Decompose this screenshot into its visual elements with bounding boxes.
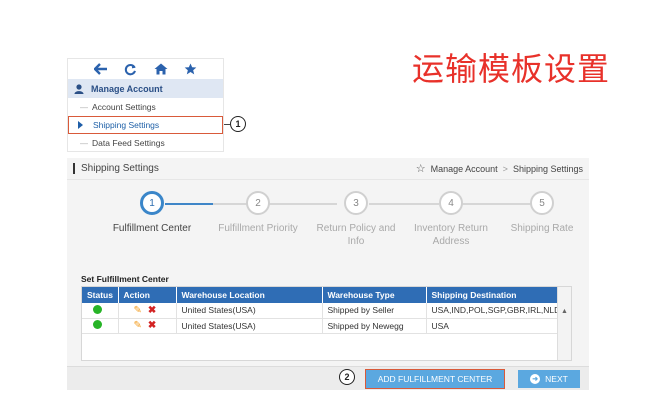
menu-item-label: Shipping Settings: [93, 120, 160, 130]
breadcrumb-shipping-settings: Shipping Settings: [512, 163, 583, 174]
menu-item-account-settings[interactable]: — Account Settings: [68, 98, 223, 116]
status-cell: [82, 303, 119, 319]
column-header-location: Warehouse Location: [176, 287, 323, 303]
edit-icon[interactable]: ✎: [134, 305, 142, 316]
next-label: NEXT: [545, 374, 568, 384]
table-row: ✎ ✖ United States(USA) Shipped by Seller …: [82, 303, 559, 319]
fulfillment-table: Status Action Warehouse Location Warehou…: [81, 286, 572, 361]
menu-item-label: Account Settings: [92, 102, 156, 112]
home-icon[interactable]: [154, 63, 168, 75]
breadcrumb-separator: >: [502, 163, 508, 174]
step-fulfillment-center[interactable]: 1 Fulfillment Center: [97, 191, 207, 235]
column-header-destination: Shipping Destination: [426, 287, 559, 303]
annotation-title: 运输模板设置: [412, 50, 611, 88]
destination-cell: USA,IND,POL,SGP,GBR,IRL,NLD: [426, 303, 559, 319]
action-cell: ✎ ✖: [118, 303, 177, 319]
star-icon[interactable]: [184, 63, 197, 75]
callout-two: 2: [339, 369, 355, 385]
user-icon: [74, 83, 84, 94]
callout-one: 1: [230, 116, 246, 132]
step-return-policy[interactable]: 3 Return Policy and Info: [301, 191, 411, 248]
status-cell: [82, 318, 119, 334]
add-fulfillment-center-button[interactable]: ADD FULFILLMENT CENTER: [365, 369, 505, 389]
section-title: Set Fulfillment Center: [81, 274, 169, 284]
step-label: Return Policy and Info: [316, 223, 396, 247]
tree-dash: —: [80, 102, 88, 112]
manage-account-header[interactable]: Manage Account: [68, 79, 223, 98]
edit-icon[interactable]: ✎: [134, 320, 142, 331]
panel-header: Shipping Settings ☆ Manage Account > Shi…: [67, 158, 589, 180]
delete-icon[interactable]: ✖: [148, 320, 156, 331]
type-cell: Shipped by Seller: [322, 303, 427, 319]
menu-item-shipping-settings[interactable]: Shipping Settings: [68, 116, 223, 134]
step-number: 4: [439, 191, 463, 215]
arrow-right-icon: ➜: [530, 374, 541, 384]
step-label: Fulfillment Priority: [218, 223, 298, 234]
step-number: 1: [140, 191, 164, 215]
back-arrow-icon[interactable]: [94, 63, 108, 75]
star-icon[interactable]: ☆: [416, 162, 426, 175]
panel-footer: ADD FULFILLMENT CENTER ➜ NEXT: [67, 366, 589, 390]
breadcrumb-manage-account[interactable]: Manage Account: [431, 164, 498, 174]
active-arrow-icon: [78, 121, 83, 129]
step-number: 3: [344, 191, 368, 215]
shipping-settings-panel: Shipping Settings ☆ Manage Account > Shi…: [67, 158, 589, 390]
wizard-steps: 1 Fulfillment Center 2 Fulfillment Prior…: [67, 191, 589, 251]
table-header-row: Status Action Warehouse Location Warehou…: [82, 287, 559, 303]
table-row: ✎ ✖ United States(USA) Shipped by Newegg …: [82, 318, 559, 334]
column-header-action: Action: [118, 287, 177, 303]
step-fulfillment-priority[interactable]: 2 Fulfillment Priority: [203, 191, 313, 235]
step-number: 5: [530, 191, 554, 215]
page-title: Shipping Settings: [73, 163, 159, 174]
tree-dash: —: [80, 138, 88, 148]
location-cell: United States(USA): [176, 303, 323, 319]
account-menu: Manage Account — Account Settings Shippi…: [67, 58, 224, 152]
step-number: 2: [246, 191, 270, 215]
step-label: Shipping Rate: [510, 223, 574, 234]
next-button[interactable]: ➜ NEXT: [518, 370, 580, 388]
manage-account-label: Manage Account: [91, 83, 163, 94]
status-active-icon: [93, 320, 102, 329]
menu-icon-row: [68, 59, 223, 79]
table-scrollbar[interactable]: ▲: [557, 287, 571, 360]
action-cell: ✎ ✖: [118, 318, 177, 334]
column-header-type: Warehouse Type: [322, 287, 427, 303]
destination-cell: USA: [426, 318, 559, 334]
step-shipping-rate[interactable]: 5 Shipping Rate: [497, 191, 587, 235]
column-header-status: Status: [82, 287, 119, 303]
step-label: Fulfillment Center: [112, 223, 192, 234]
location-cell: United States(USA): [176, 318, 323, 334]
menu-item-label: Data Feed Settings: [92, 138, 165, 148]
step-label: Inventory Return Address: [414, 223, 488, 247]
status-active-icon: [93, 304, 102, 314]
step-inventory-return-address[interactable]: 4 Inventory Return Address: [397, 191, 505, 248]
scroll-up-icon[interactable]: ▲: [558, 308, 571, 315]
type-cell: Shipped by Newegg: [322, 318, 427, 334]
menu-item-data-feed-settings[interactable]: — Data Feed Settings: [68, 134, 223, 152]
delete-icon[interactable]: ✖: [148, 305, 156, 316]
refresh-icon[interactable]: [124, 63, 137, 76]
breadcrumb: ☆ Manage Account > Shipping Settings: [416, 162, 583, 175]
